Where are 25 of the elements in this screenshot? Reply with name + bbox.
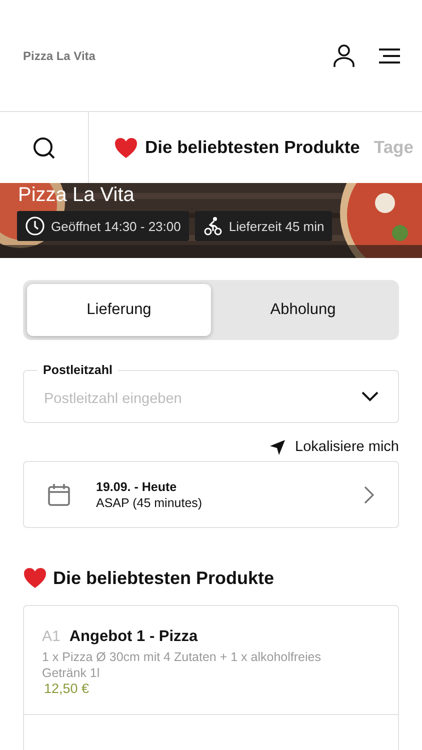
location-arrow-icon	[270, 440, 286, 454]
heart-icon	[114, 136, 138, 158]
clock-icon	[25, 216, 45, 236]
chevron-right-icon	[364, 486, 374, 504]
info-badge: Geöffnet 14:30 - 23:00	[17, 211, 189, 241]
category-tab[interactable]: Die beliebtesten Produkte	[114, 136, 360, 158]
user-icon[interactable]	[333, 44, 355, 68]
mode-tab[interactable]: Lieferung	[27, 284, 211, 336]
search-icon[interactable]	[33, 136, 55, 158]
locate-button[interactable]: Lokalisiere mich	[270, 439, 399, 455]
product-name: Angebot 1 - Pizza	[69, 628, 198, 646]
cyclist-icon	[202, 216, 223, 236]
restaurant-name[interactable]: Pizza La Vita	[23, 48, 333, 62]
info-badge: Lieferzeit 45 min	[194, 211, 332, 241]
mode-tab[interactable]: Abholung	[211, 284, 395, 336]
schedule-button[interactable]: 19.09. - Heute ASAP (45 minutes)	[23, 461, 399, 528]
chevron-down-icon[interactable]	[361, 391, 379, 402]
product-price: 12,50 €	[43, 681, 90, 696]
product-description: 1 x Pizza Ø 30cm mit 4 Zutaten + 1 x alkoholfreies Getränk 1l	[42, 649, 322, 681]
product-card[interactable]: A1 Angebot 1 - Pizza 1 x Pizza Ø 30cm mit 4 Zutaten + 1 x alkoholfreies Getränk 1l 12,50 €	[23, 605, 399, 750]
product-code: A1	[42, 628, 60, 645]
menu-icon[interactable]	[379, 48, 400, 64]
calendar-icon	[48, 484, 70, 506]
section-title: Die beliebtesten Produkte	[53, 568, 274, 588]
heart-icon	[23, 567, 47, 589]
